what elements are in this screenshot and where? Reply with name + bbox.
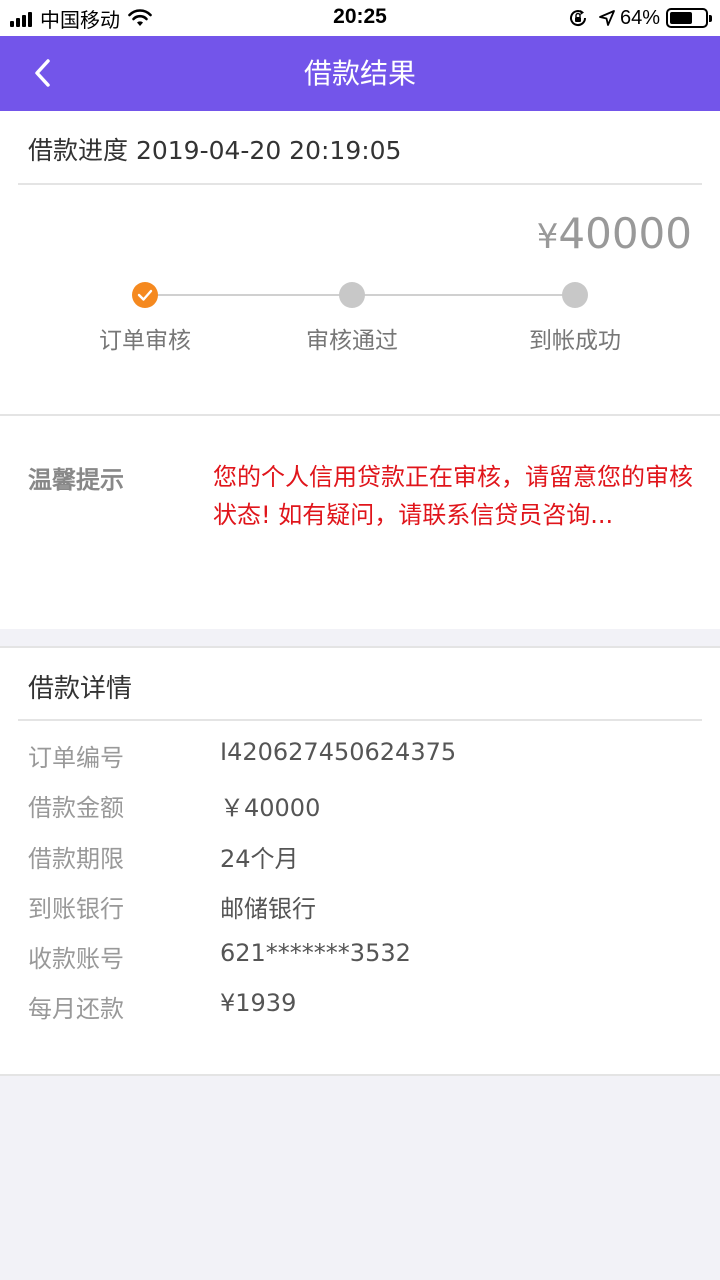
step-dot-1 [132, 282, 158, 308]
detail-row: 借款期限 24个月 [0, 839, 720, 879]
status-right: 64% [568, 6, 712, 30]
divider [18, 183, 702, 185]
divider [18, 719, 702, 721]
progress-card: 借款进度 2019-04-20 20:19:05 ¥40000 订单审核 审核通… [0, 111, 720, 414]
detail-row: 订单编号 I420627450624375 [0, 738, 720, 778]
detail-value: ￥40000 [220, 794, 321, 822]
status-bar: 中国移动 20:25 64% [0, 0, 720, 36]
step-label-3: 到帐成功 [529, 328, 621, 354]
battery-percent: 64% [619, 6, 660, 29]
location-icon [598, 9, 616, 27]
tip-text: 您的个人信用贷款正在审核，请留意您的审核状态! 如有疑问，请联系信贷员咨询... [213, 463, 693, 529]
step-dot-2 [339, 282, 365, 308]
detail-row: 借款金额 ￥40000 [0, 788, 720, 828]
battery-level [670, 12, 692, 24]
nav-bar: 借款结果 [0, 36, 720, 111]
detail-value: 621*******3532 [220, 939, 411, 967]
detail-key: 每月还款 [28, 995, 124, 1023]
detail-value: ¥1939 [220, 989, 297, 1017]
detail-card: 借款详情 订单编号 I420627450624375 借款金额 ￥40000 借… [0, 648, 720, 1074]
loan-amount: ¥40000 [537, 209, 692, 258]
detail-key: 借款金额 [28, 794, 124, 822]
check-icon [137, 289, 153, 301]
detail-value: I420627450624375 [220, 738, 457, 766]
detail-row: 到账银行 邮储银行 [0, 889, 720, 929]
tip-card: 温馨提示 您的个人信用贷款正在审核，请留意您的审核状态! 如有疑问，请联系信贷员… [0, 416, 720, 629]
tip-label: 温馨提示 [28, 466, 124, 494]
battery-icon [666, 8, 712, 28]
detail-key: 订单编号 [28, 744, 124, 772]
detail-key: 借款期限 [28, 845, 124, 873]
page-title: 借款结果 [303, 57, 416, 90]
loan-amount-value: 40000 [558, 209, 692, 258]
step-dot-3 [562, 282, 588, 308]
detail-key: 到账银行 [28, 895, 124, 923]
rotation-lock-icon [568, 8, 588, 28]
progress-header: 借款进度 2019-04-20 20:19:05 [28, 136, 402, 165]
detail-row: 收款账号 621*******3532 [0, 939, 720, 979]
detail-value: 邮储银行 [220, 895, 316, 923]
detail-row: 每月还款 ¥1939 [0, 989, 720, 1029]
step-label-1: 订单审核 [99, 328, 191, 354]
detail-value: 24个月 [220, 845, 299, 873]
section-divider [0, 1074, 720, 1076]
currency-symbol: ¥ [536, 217, 559, 257]
detail-title: 借款详情 [28, 674, 133, 704]
step-label-2: 审核通过 [306, 328, 398, 354]
detail-key: 收款账号 [28, 945, 124, 973]
